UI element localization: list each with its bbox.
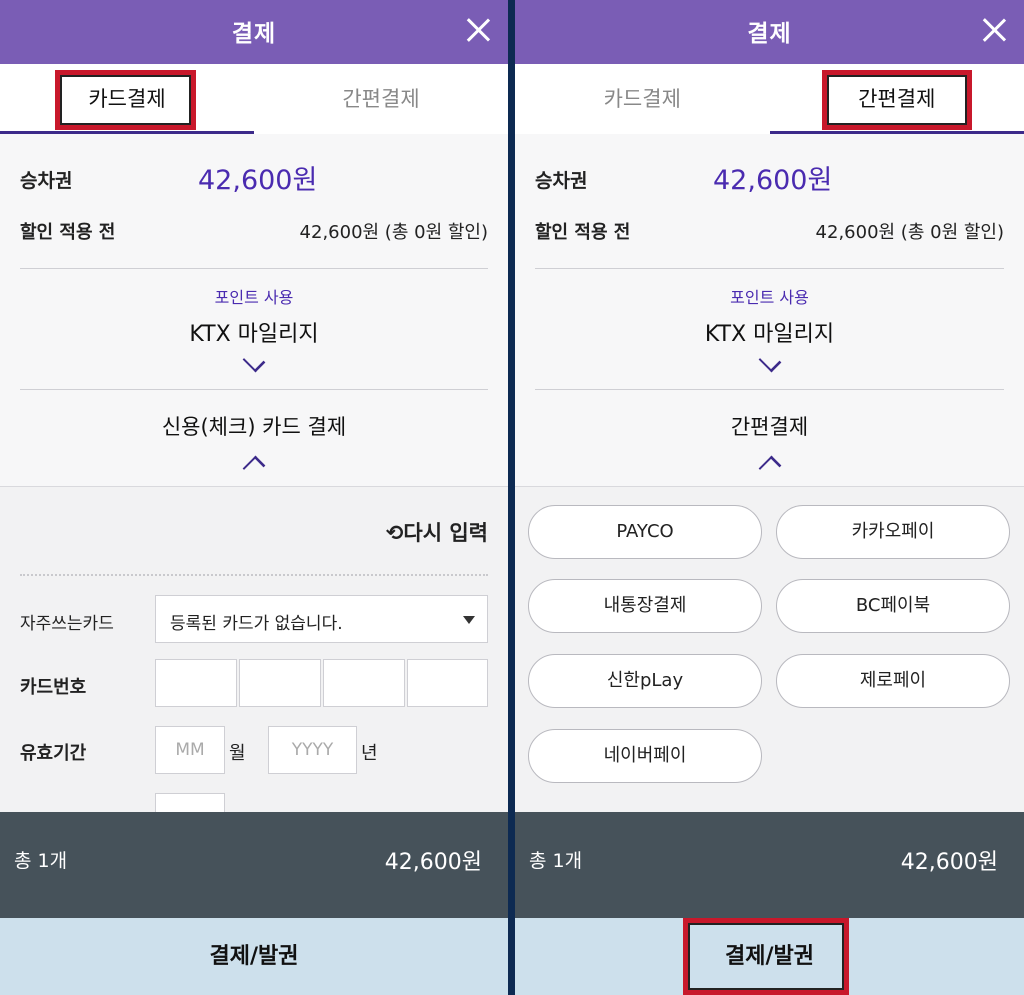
points-caption: 포인트 사용 (214, 288, 294, 307)
easy-pay-option-bank-account[interactable]: 내통장결제 (528, 579, 762, 633)
tab-card-payment[interactable]: 카드결제 (0, 64, 254, 134)
tab-label: 간편결제 (342, 87, 420, 111)
easy-pay-option-shinhan-play[interactable]: 신한pLay (528, 654, 762, 708)
before-discount-row: 할인 적용 전 42,600원 (총 0원 할인) (20, 218, 488, 246)
total-count: 총 1개 (14, 850, 68, 872)
reinput-button[interactable]: ⟲다시 입력 (386, 517, 488, 547)
card-number-field-4[interactable] (407, 659, 488, 707)
divider (535, 389, 1004, 390)
ticket-label: 승차권 (20, 170, 73, 192)
payment-tabs: 카드결제 간편결제 (0, 64, 508, 134)
before-discount-value: 42,600원 (총 0원 할인) (299, 222, 488, 243)
pay-issue-button[interactable]: 결제/발권 (0, 918, 508, 995)
card-number-label: 카드번호 (20, 677, 87, 698)
ticket-amount: 42,600원 (198, 165, 318, 196)
frequent-card-value: 등록된 카드가 없습니다. (170, 614, 343, 634)
easy-pay-option-zeropay[interactable]: 제로페이 (776, 654, 1010, 708)
pay-button-label: 결제/발권 (725, 944, 814, 969)
card-form: ⟲다시 입력 자주쓰는카드 등록된 카드가 없습니다. 카드번호 유효기간 MM… (0, 486, 508, 813)
next-field-partial[interactable] (155, 793, 225, 813)
ticket-label: 승차권 (535, 170, 588, 192)
total-count: 총 1개 (529, 850, 583, 872)
points-caption: 포인트 사용 (730, 288, 809, 307)
divider (20, 268, 488, 269)
year-unit: 년 (361, 743, 378, 764)
easy-pay-options: PAYCO 카카오페이 내통장결제 BC페이북 신한pLay 제로페이 네이버페… (515, 486, 1024, 812)
easy-pay-option-bc-paybook[interactable]: BC페이북 (776, 579, 1010, 633)
ticket-amount: 42,600원 (713, 165, 833, 196)
tab-easy-payment[interactable]: 간편결제 (769, 64, 1024, 134)
expiry-label: 유효기간 (20, 743, 87, 764)
easy-payment-screen: 결제 카드결제 간편결제 승차권 42,600원 할인 적용 전 42,600원… (515, 0, 1024, 995)
frequent-card-label: 자주쓰는카드 (20, 614, 114, 634)
header-bar: 결제 (515, 0, 1024, 64)
before-discount-label: 할인 적용 전 (20, 222, 116, 243)
tab-card-payment[interactable]: 카드결제 (515, 64, 770, 134)
expiry-year-input[interactable]: YYYY (268, 726, 357, 774)
divider (20, 389, 488, 390)
frequent-card-select[interactable]: 등록된 카드가 없습니다. (155, 595, 488, 643)
card-number-field-1[interactable] (155, 659, 237, 707)
divider (535, 268, 1004, 269)
chevron-down-icon[interactable] (758, 349, 781, 373)
card-number-field-3[interactable] (323, 659, 405, 707)
before-discount-label: 할인 적용 전 (535, 222, 631, 243)
tab-label: 카드결제 (88, 87, 166, 111)
month-unit: 월 (229, 743, 246, 764)
total-amount: 42,600원 (900, 850, 998, 875)
easy-pay-option-payco[interactable]: PAYCO (528, 505, 762, 559)
tab-label: 카드결제 (603, 87, 681, 111)
easy-pay-option-naverpay[interactable]: 네이버페이 (528, 729, 762, 783)
payment-method-title: 간편결제 (730, 415, 809, 439)
header-bar: 결제 (0, 0, 508, 64)
total-bar: 총 1개 42,600원 (515, 812, 1024, 918)
before-discount-row: 할인 적용 전 42,600원 (총 0원 할인) (535, 218, 1004, 246)
before-discount-value: 42,600원 (총 0원 할인) (815, 222, 1004, 243)
dotted-divider (20, 574, 488, 576)
chevron-up-icon[interactable] (242, 455, 266, 479)
dropdown-arrow-icon (463, 616, 475, 624)
points-title: KTX 마일리지 (704, 322, 835, 347)
header-title: 결제 (747, 21, 792, 47)
chevron-down-icon[interactable] (242, 349, 266, 373)
total-bar: 총 1개 42,600원 (0, 812, 508, 918)
payment-tabs: 카드결제 간편결제 (515, 64, 1024, 134)
points-title: KTX 마일리지 (189, 322, 319, 347)
card-payment-screen: 결제 카드결제 간편결제 승차권 42,600원 할인 적용 전 42,600원… (0, 0, 508, 995)
close-icon[interactable] (982, 18, 1006, 42)
easy-pay-option-kakaopay[interactable]: 카카오페이 (776, 505, 1010, 559)
tab-easy-payment[interactable]: 간편결제 (254, 64, 508, 134)
total-amount: 42,600원 (384, 850, 482, 875)
card-number-field-2[interactable] (239, 659, 321, 707)
tab-label: 간편결제 (858, 87, 936, 111)
close-icon[interactable] (466, 18, 490, 42)
payment-method-title: 신용(체크) 카드 결제 (161, 415, 347, 439)
chevron-up-icon[interactable] (758, 455, 781, 479)
pay-button-label: 결제/발권 (209, 944, 299, 969)
pay-issue-button[interactable]: 결제/발권 (515, 918, 1024, 995)
expiry-month-input[interactable]: MM (155, 726, 225, 774)
header-title: 결제 (231, 21, 277, 47)
